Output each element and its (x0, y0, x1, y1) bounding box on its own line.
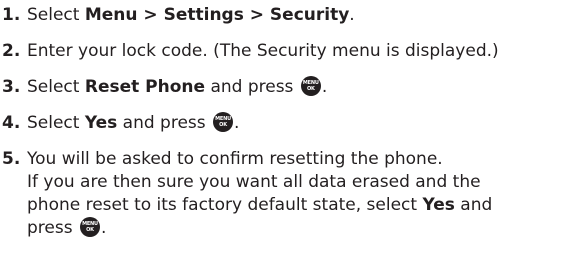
step-5-line-4: press MENU OK. (27, 217, 107, 238)
step-text-end: . (234, 113, 240, 133)
menu-path: Menu > Settings > Security (84, 5, 350, 25)
step-5-line-1: You will be asked to confirm resetting t… (27, 149, 443, 169)
step-number: 1. (2, 5, 21, 25)
step-number: 2. (2, 41, 21, 61)
instruction-steps: 1. Select Menu > Settings > Security. 2.… (0, 4, 588, 240)
step-5-line-2: If you are then sure you want all data e… (27, 172, 481, 192)
step-text-mid: and press (205, 77, 299, 97)
step-5: 5. You will be asked to confirm resettin… (0, 148, 588, 240)
step-text: Select (27, 113, 85, 133)
step-number: 3. (2, 77, 21, 97)
option-reset-phone: Reset Phone (84, 77, 206, 97)
step-text: Select (27, 77, 85, 97)
step-2: 2. Enter your lock code. (The Security m… (0, 40, 588, 63)
step-text-mid: and press (117, 113, 212, 133)
step-number: 5. (2, 149, 21, 169)
option-yes: Yes (422, 195, 455, 215)
step-1: 1. Select Menu > Settings > Security. (0, 4, 588, 27)
step-text: Select (27, 5, 85, 25)
step-number: 4. (2, 113, 21, 133)
step-5-line-3: phone reset to its factory default state… (27, 195, 493, 215)
menu-ok-icon: MENU OK (79, 217, 100, 237)
step-text-end: . (349, 5, 355, 25)
step-text: Enter your lock code. (The Security menu… (27, 41, 499, 61)
option-yes: Yes (84, 113, 118, 133)
step-3: 3. Select Reset Phone and press MENU OK. (0, 76, 588, 99)
step-text-end: . (321, 77, 328, 97)
menu-ok-icon: MENU OK (213, 112, 234, 132)
menu-ok-icon: MENU OK (300, 76, 321, 96)
step-4: 4. Select Yes and press MENU OK. (0, 112, 588, 135)
